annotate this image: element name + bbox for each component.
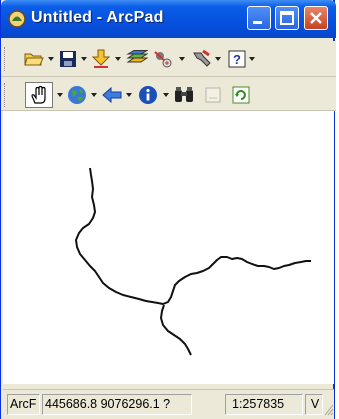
status-extra: V [305,394,323,415]
status-coordinates: 445686.8 9076296.1 ? [42,394,192,415]
maximize-icon [280,11,294,25]
tools-icon[interactable] [191,48,213,70]
map-view[interactable] [3,111,334,384]
minimize-button[interactable] [247,6,271,30]
title-bar[interactable]: Untitled - ArcPad [1,0,336,38]
pan-dropdown-icon[interactable] [57,93,63,97]
open-folder-icon[interactable] [23,48,45,70]
arcpad-window: Untitled - ArcPad ? ArcF 445686.8 907629… [0,0,336,419]
pan-hand-icon[interactable] [25,82,53,108]
svg-text:?: ? [233,52,241,67]
arcpad-app-icon [8,10,26,28]
info-dropdown-icon[interactable] [163,93,169,97]
browse-toolbar [1,77,336,111]
help-dropdown-icon[interactable] [249,57,255,61]
main-toolbar: ? [1,41,336,77]
tools-dropdown-icon[interactable] [215,57,221,61]
maximize-button[interactable] [275,6,299,30]
resize-grip-icon[interactable] [323,403,334,417]
back-dropdown-icon[interactable] [126,93,132,97]
help-icon[interactable]: ? [226,48,248,70]
map-canvas [75,167,311,356]
status-bar: ArcF 445686.8 9076296.1 ? 1:257835 V [3,389,334,419]
window-title: Untitled - ArcPad [31,9,164,26]
status-app: ArcF [7,394,40,415]
close-icon [310,12,322,24]
gps-dropdown-icon[interactable] [179,57,185,61]
download-icon[interactable] [90,48,112,70]
close-button[interactable] [304,6,328,30]
download-dropdown-icon[interactable] [115,57,121,61]
minimize-icon [253,21,262,24]
scale-bar-icon[interactable] [202,84,224,106]
globe-dropdown-icon[interactable] [91,93,97,97]
open-dropdown-icon[interactable] [48,57,54,61]
toolbar-grip[interactable] [4,83,8,107]
save-dropdown-icon[interactable] [81,57,87,61]
save-icon[interactable] [57,48,79,70]
gps-icon[interactable] [152,48,174,70]
back-arrow-icon[interactable] [101,84,123,106]
refresh-icon[interactable] [230,84,252,106]
toolbar-grip[interactable] [4,47,8,71]
status-scale[interactable]: 1:257835 [225,394,303,415]
layers-icon[interactable] [126,48,148,70]
river-line-branch [160,304,192,356]
river-line-main [75,167,311,305]
globe-icon[interactable] [66,84,88,106]
binoculars-icon[interactable] [173,84,195,106]
info-icon[interactable] [137,84,159,106]
